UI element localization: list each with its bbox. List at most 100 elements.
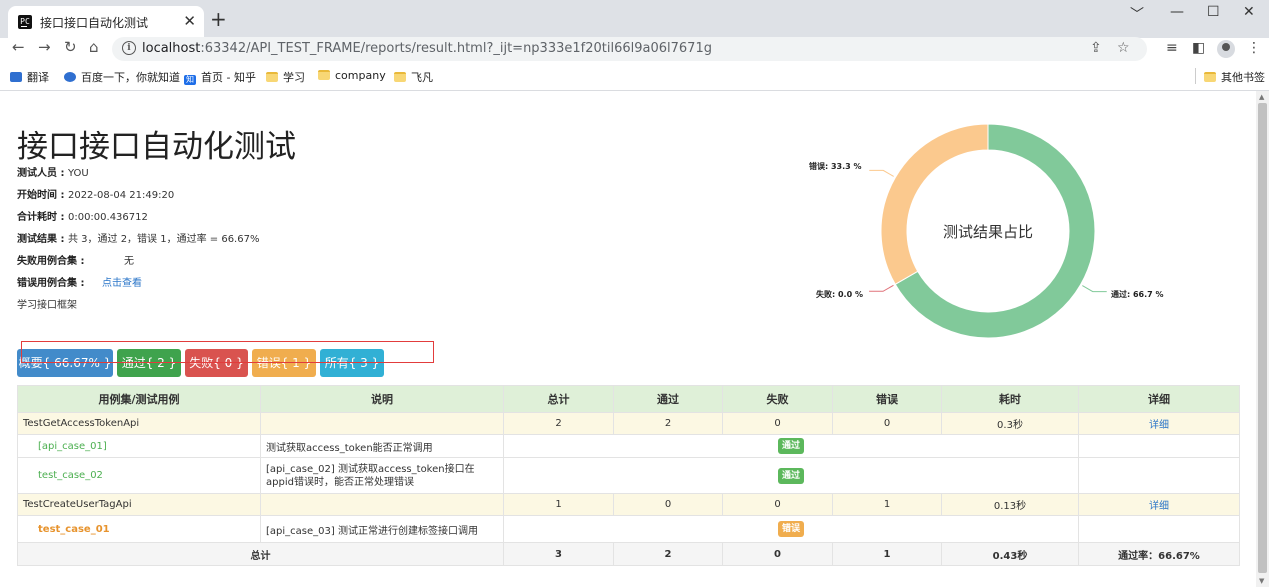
- suite-detail-link[interactable]: 详细: [1149, 420, 1169, 431]
- fail-filter-button[interactable]: 失败{ 0 }: [185, 349, 248, 377]
- zhihu-icon: 知: [184, 75, 196, 85]
- profile-avatar-icon[interactable]: [1217, 40, 1235, 58]
- bookmark-company[interactable]: company: [318, 69, 386, 82]
- total-label: 总计: [17, 542, 504, 566]
- case-name: test_case_01: [17, 515, 261, 543]
- other-bookmarks[interactable]: 其他书签: [1204, 69, 1265, 85]
- bookmark-separator: [1195, 68, 1196, 84]
- translate-icon: [10, 72, 22, 82]
- scroll-down-icon[interactable]: ▼: [1259, 577, 1264, 585]
- pycharm-favicon-icon: PC: [18, 15, 32, 29]
- tab-search-icon[interactable]: ﹀: [1130, 4, 1144, 24]
- address-bar[interactable]: i localhost:63342/API_TEST_FRAME/reports…: [112, 37, 1147, 61]
- back-arrow-icon[interactable]: ←: [12, 38, 25, 56]
- label-fail: 失败: 0.0 %: [816, 290, 863, 299]
- side-panel-icon[interactable]: ◧: [1192, 40, 1205, 56]
- browser-tab[interactable]: PC 接口接口自动化测试 ✕: [8, 6, 204, 38]
- table-row: TestGetAccessTokenApi 2 2 0 0 0.3秒 详细: [17, 412, 1240, 435]
- error-set-link[interactable]: 点击查看: [102, 278, 142, 289]
- pass-rate: 通过率：66.67%: [1078, 542, 1240, 566]
- col-header-suite: 用例集/测试用例: [17, 385, 261, 413]
- donut-slice-error[interactable]: [880, 123, 989, 285]
- col-header-desc: 说明: [260, 385, 504, 413]
- tester-line: 测试人员 : YOU: [17, 168, 89, 179]
- suite-time: 0.13秒: [941, 493, 1079, 516]
- table-total-row: 总计 3 2 0 1 0.43秒 通过率：66.67%: [17, 542, 1240, 566]
- home-icon[interactable]: ⌂: [89, 38, 99, 56]
- total-count: 3: [503, 542, 614, 566]
- bookmark-star-icon[interactable]: ☆: [1117, 40, 1130, 56]
- suite-desc: [260, 493, 504, 516]
- bookmarks-bar: 翻译 百度一下，你就知道 知首页 - 知乎 学习 company 飞凡 其他书签: [0, 62, 1269, 91]
- window-close-button[interactable]: ✕: [1243, 4, 1255, 20]
- bookmark-zhihu[interactable]: 知首页 - 知乎: [184, 69, 256, 85]
- result-line: 测试结果 : 共 3，通过 2，错误 1，通过率 = 66.67%: [17, 234, 260, 245]
- tab-close-icon[interactable]: ✕: [183, 12, 196, 30]
- share-icon[interactable]: ⇪: [1090, 40, 1102, 56]
- menu-kebab-icon[interactable]: ⋮: [1247, 40, 1261, 56]
- leader-line-fail: [869, 284, 894, 292]
- bookmark-feifan[interactable]: 飞凡: [394, 69, 433, 85]
- minimize-button[interactable]: —: [1170, 4, 1184, 20]
- folder-icon: [318, 70, 330, 80]
- result-donut-chart: 测试结果占比 通过: 66.7 % 失败: 0.0 % 错误: 33.3 %: [800, 111, 1200, 351]
- status-badge[interactable]: 通过: [777, 438, 804, 454]
- new-tab-button[interactable]: +: [210, 7, 227, 31]
- url-text[interactable]: localhost:63342/API_TEST_FRAME/reports/r…: [142, 41, 712, 56]
- table-row: [api_case_01] 测试获取access_token能否正常调用 通过: [17, 434, 1240, 458]
- total-pass: 2: [613, 542, 723, 566]
- scroll-up-icon[interactable]: ▲: [1259, 93, 1264, 101]
- suite-detail-link[interactable]: 详细: [1149, 501, 1169, 512]
- forward-arrow-icon[interactable]: →: [38, 38, 51, 56]
- bookmark-translate[interactable]: 翻译: [10, 69, 49, 85]
- table-header-row: 用例集/测试用例 说明 总计 通过 失败 错误 耗时 详细: [17, 385, 1240, 413]
- status-badge[interactable]: 错误: [777, 521, 804, 537]
- col-header-pass: 通过: [613, 385, 723, 413]
- baidu-icon: [64, 72, 76, 82]
- duration-line: 合计耗时 : 0:00:00.436712: [17, 212, 148, 223]
- summary-filter-button[interactable]: 概要{ 66.67% }: [17, 349, 113, 377]
- case-desc: [api_case_03] 测试正常进行创建标签接口调用: [260, 515, 504, 543]
- total-time: 0.43秒: [941, 542, 1079, 566]
- col-header-error: 错误: [832, 385, 942, 413]
- case-name: test_case_02: [17, 457, 261, 494]
- folder-icon: [394, 72, 406, 82]
- col-header-fail: 失败: [722, 385, 833, 413]
- table-row: test_case_01 [api_case_03] 测试正常进行创建标签接口调…: [17, 515, 1240, 543]
- table-row: test_case_02 [api_case_02] 测试获取access_to…: [17, 457, 1240, 494]
- fail-set-line: 失败用例合集 : 无: [17, 256, 134, 267]
- suite-error: 1: [832, 493, 942, 516]
- error-filter-button[interactable]: 错误{ 1 }: [252, 349, 316, 377]
- report-description: 学习接口框架: [17, 300, 77, 311]
- col-header-total: 总计: [503, 385, 614, 413]
- suite-name: TestCreateUserTagApi: [17, 493, 261, 516]
- bookmark-baidu[interactable]: 百度一下，你就知道: [64, 69, 180, 85]
- suite-desc: [260, 412, 504, 435]
- reading-list-icon[interactable]: ≡: [1166, 40, 1178, 56]
- bookmark-study[interactable]: 学习: [266, 69, 305, 85]
- pass-filter-button[interactable]: 通过{ 2 }: [117, 349, 181, 377]
- label-error: 错误: 33.3 %: [809, 162, 862, 171]
- all-filter-button[interactable]: 所有{ 3 }: [320, 349, 384, 377]
- result-table: 用例集/测试用例 说明 总计 通过 失败 错误 耗时 详细 TestGetAcc…: [17, 385, 1240, 566]
- scroll-thumb[interactable]: [1258, 103, 1267, 573]
- tab-title: 接口接口自动化测试: [40, 16, 149, 30]
- total-fail: 0: [722, 542, 833, 566]
- maximize-button[interactable]: ☐: [1207, 4, 1220, 20]
- site-info-icon[interactable]: i: [122, 41, 136, 55]
- suite-error: 0: [832, 412, 942, 435]
- case-name: [api_case_01]: [17, 434, 261, 458]
- page-title: 接口接口自动化测试: [17, 129, 296, 165]
- status-badge[interactable]: 通过: [777, 467, 804, 484]
- chart-title: 测试结果占比: [942, 223, 1033, 241]
- suite-time: 0.3秒: [941, 412, 1079, 435]
- error-set-line: 错误用例合集 : 点击查看: [17, 278, 142, 289]
- page-scrollbar[interactable]: ▲ ▼: [1256, 91, 1269, 587]
- table-row: TestCreateUserTagApi 1 0 0 1 0.13秒 详细: [17, 493, 1240, 516]
- suite-total: 1: [503, 493, 614, 516]
- total-error: 1: [832, 542, 942, 566]
- reload-icon[interactable]: ↻: [64, 38, 77, 56]
- start-time-line: 开始时间 : 2022-08-04 21:49:20: [17, 190, 175, 201]
- leader-line-pass: [1082, 285, 1107, 293]
- folder-icon: [266, 72, 278, 82]
